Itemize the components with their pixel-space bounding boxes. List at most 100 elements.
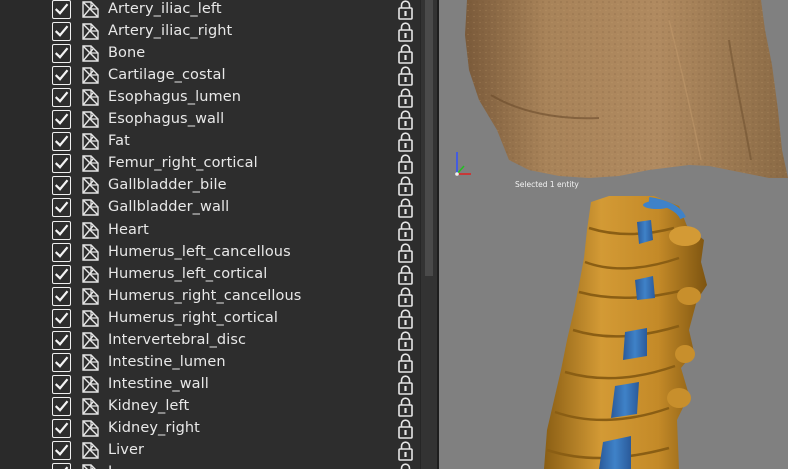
3d-viewport[interactable]: Selected 1 entity bbox=[439, 0, 788, 469]
segment-row[interactable]: Artery_iliac_right bbox=[0, 21, 420, 43]
segment-row[interactable]: Humerus_right_cancellous bbox=[0, 286, 420, 308]
segment-row[interactable]: Bone bbox=[0, 43, 420, 65]
visibility-checkbox[interactable] bbox=[52, 463, 71, 469]
visibility-checkbox[interactable] bbox=[52, 374, 71, 394]
segment-row[interactable]: Liver bbox=[0, 440, 420, 462]
lock-icon[interactable] bbox=[397, 419, 414, 439]
scrollbar-thumb[interactable] bbox=[425, 0, 433, 276]
lock-icon[interactable] bbox=[397, 176, 414, 197]
segment-row[interactable]: Artery_iliac_left bbox=[0, 0, 420, 21]
segment-row[interactable]: Heart bbox=[0, 220, 420, 242]
mesh-visibility-icon[interactable] bbox=[80, 220, 101, 241]
segment-row[interactable]: Intestine_wall bbox=[0, 374, 420, 396]
mesh-visibility-icon[interactable] bbox=[80, 109, 101, 130]
mesh-visibility-icon[interactable] bbox=[80, 440, 101, 461]
lock-icon[interactable] bbox=[397, 441, 414, 461]
lock-icon[interactable] bbox=[397, 375, 414, 395]
lock-icon[interactable] bbox=[397, 309, 414, 329]
lock-icon[interactable] bbox=[397, 463, 414, 469]
visibility-checkbox[interactable] bbox=[52, 176, 71, 196]
lock-icon[interactable] bbox=[397, 198, 414, 219]
mesh-visibility-icon[interactable] bbox=[80, 330, 101, 351]
lock-icon[interactable] bbox=[397, 331, 414, 351]
visibility-checkbox[interactable] bbox=[52, 22, 71, 42]
lock-icon[interactable] bbox=[397, 44, 414, 64]
visibility-checkbox[interactable] bbox=[52, 418, 71, 438]
scrollbar[interactable] bbox=[420, 0, 437, 469]
mesh-visibility-icon[interactable] bbox=[80, 264, 101, 285]
lock-icon[interactable] bbox=[397, 397, 414, 417]
checkmark-icon bbox=[54, 3, 69, 15]
mesh-visibility-icon[interactable] bbox=[80, 286, 101, 307]
lock-icon[interactable] bbox=[397, 132, 414, 153]
lock-icon[interactable] bbox=[397, 353, 414, 373]
visibility-checkbox[interactable] bbox=[52, 396, 71, 416]
segment-label: Cartilage_costal bbox=[108, 67, 226, 84]
lock-icon[interactable] bbox=[397, 22, 414, 42]
visibility-checkbox[interactable] bbox=[52, 66, 71, 86]
visibility-checkbox[interactable] bbox=[52, 198, 71, 218]
checkmark-icon bbox=[54, 356, 69, 368]
segment-row[interactable]: Kidney_left bbox=[0, 396, 420, 418]
mesh-visibility-icon[interactable] bbox=[80, 21, 101, 42]
mesh-visibility-icon[interactable] bbox=[80, 131, 101, 152]
lock-icon[interactable] bbox=[397, 154, 414, 175]
mesh-visibility-icon[interactable] bbox=[80, 352, 101, 373]
visibility-checkbox[interactable] bbox=[52, 220, 71, 240]
segment-row[interactable]: L bbox=[0, 462, 420, 469]
lock-icon[interactable] bbox=[397, 242, 414, 263]
mesh-visibility-icon[interactable] bbox=[80, 65, 101, 86]
segment-row[interactable]: Femur_right_cortical bbox=[0, 153, 420, 175]
segment-row[interactable]: Fat bbox=[0, 131, 420, 153]
mesh-visibility-icon[interactable] bbox=[80, 308, 101, 329]
visibility-checkbox[interactable] bbox=[52, 264, 71, 284]
segment-row[interactable]: Humerus_left_cortical bbox=[0, 264, 420, 286]
checkmark-icon bbox=[54, 245, 69, 258]
mesh-visibility-icon[interactable] bbox=[80, 462, 101, 469]
visibility-checkbox[interactable] bbox=[52, 330, 71, 350]
lock-icon[interactable] bbox=[397, 0, 414, 20]
lock-icon[interactable] bbox=[397, 220, 414, 241]
visibility-checkbox[interactable] bbox=[52, 154, 71, 174]
checkmark-icon bbox=[54, 378, 69, 390]
segment-row[interactable]: Humerus_left_cancellous bbox=[0, 242, 420, 264]
visibility-checkbox[interactable] bbox=[52, 110, 71, 130]
mesh-visibility-icon[interactable] bbox=[80, 374, 101, 395]
visibility-checkbox[interactable] bbox=[52, 44, 71, 64]
lock-icon[interactable] bbox=[397, 264, 414, 285]
segment-row[interactable]: Gallbladder_bile bbox=[0, 175, 420, 197]
visibility-checkbox[interactable] bbox=[52, 242, 71, 262]
segment-row[interactable]: Intervertebral_disc bbox=[0, 330, 420, 352]
segment-row[interactable]: Intestine_lumen bbox=[0, 352, 420, 374]
lock-icon[interactable] bbox=[397, 88, 414, 108]
segment-row[interactable]: Cartilage_costal bbox=[0, 65, 420, 87]
mesh-visibility-icon[interactable] bbox=[80, 153, 101, 174]
visibility-checkbox[interactable] bbox=[52, 88, 71, 108]
checkmark-icon bbox=[64, 466, 69, 469]
visibility-checkbox[interactable] bbox=[52, 0, 71, 19]
visibility-checkbox[interactable] bbox=[52, 132, 71, 152]
segment-label: Humerus_left_cortical bbox=[108, 265, 268, 282]
mesh-visibility-icon[interactable] bbox=[80, 87, 101, 108]
mesh-visibility-icon[interactable] bbox=[80, 197, 101, 218]
segment-row[interactable]: Gallbladder_wall bbox=[0, 197, 420, 219]
visibility-checkbox[interactable] bbox=[52, 441, 71, 460]
mesh-visibility-icon[interactable] bbox=[80, 418, 101, 439]
mesh-visibility-icon[interactable] bbox=[80, 0, 101, 20]
segment-row[interactable]: Kidney_right bbox=[0, 418, 420, 440]
visibility-checkbox[interactable] bbox=[52, 308, 71, 328]
mesh-visibility-icon[interactable] bbox=[80, 242, 101, 263]
mesh-visibility-icon[interactable] bbox=[80, 396, 101, 417]
lock-icon[interactable] bbox=[397, 287, 414, 307]
mesh-visibility-icon[interactable] bbox=[80, 175, 101, 196]
segment-row[interactable]: Esophagus_lumen bbox=[0, 87, 420, 109]
lock-icon[interactable] bbox=[397, 66, 414, 86]
segment-row[interactable]: Esophagus_wall bbox=[0, 109, 420, 131]
visibility-checkbox[interactable] bbox=[52, 286, 71, 306]
lock-icon[interactable] bbox=[397, 110, 414, 131]
mesh-visibility-icon[interactable] bbox=[80, 43, 101, 64]
checkmark-icon bbox=[54, 157, 69, 170]
visibility-checkbox[interactable] bbox=[52, 352, 71, 372]
segment-row[interactable]: Humerus_right_cortical bbox=[0, 308, 420, 330]
checkmark-icon bbox=[54, 47, 69, 59]
